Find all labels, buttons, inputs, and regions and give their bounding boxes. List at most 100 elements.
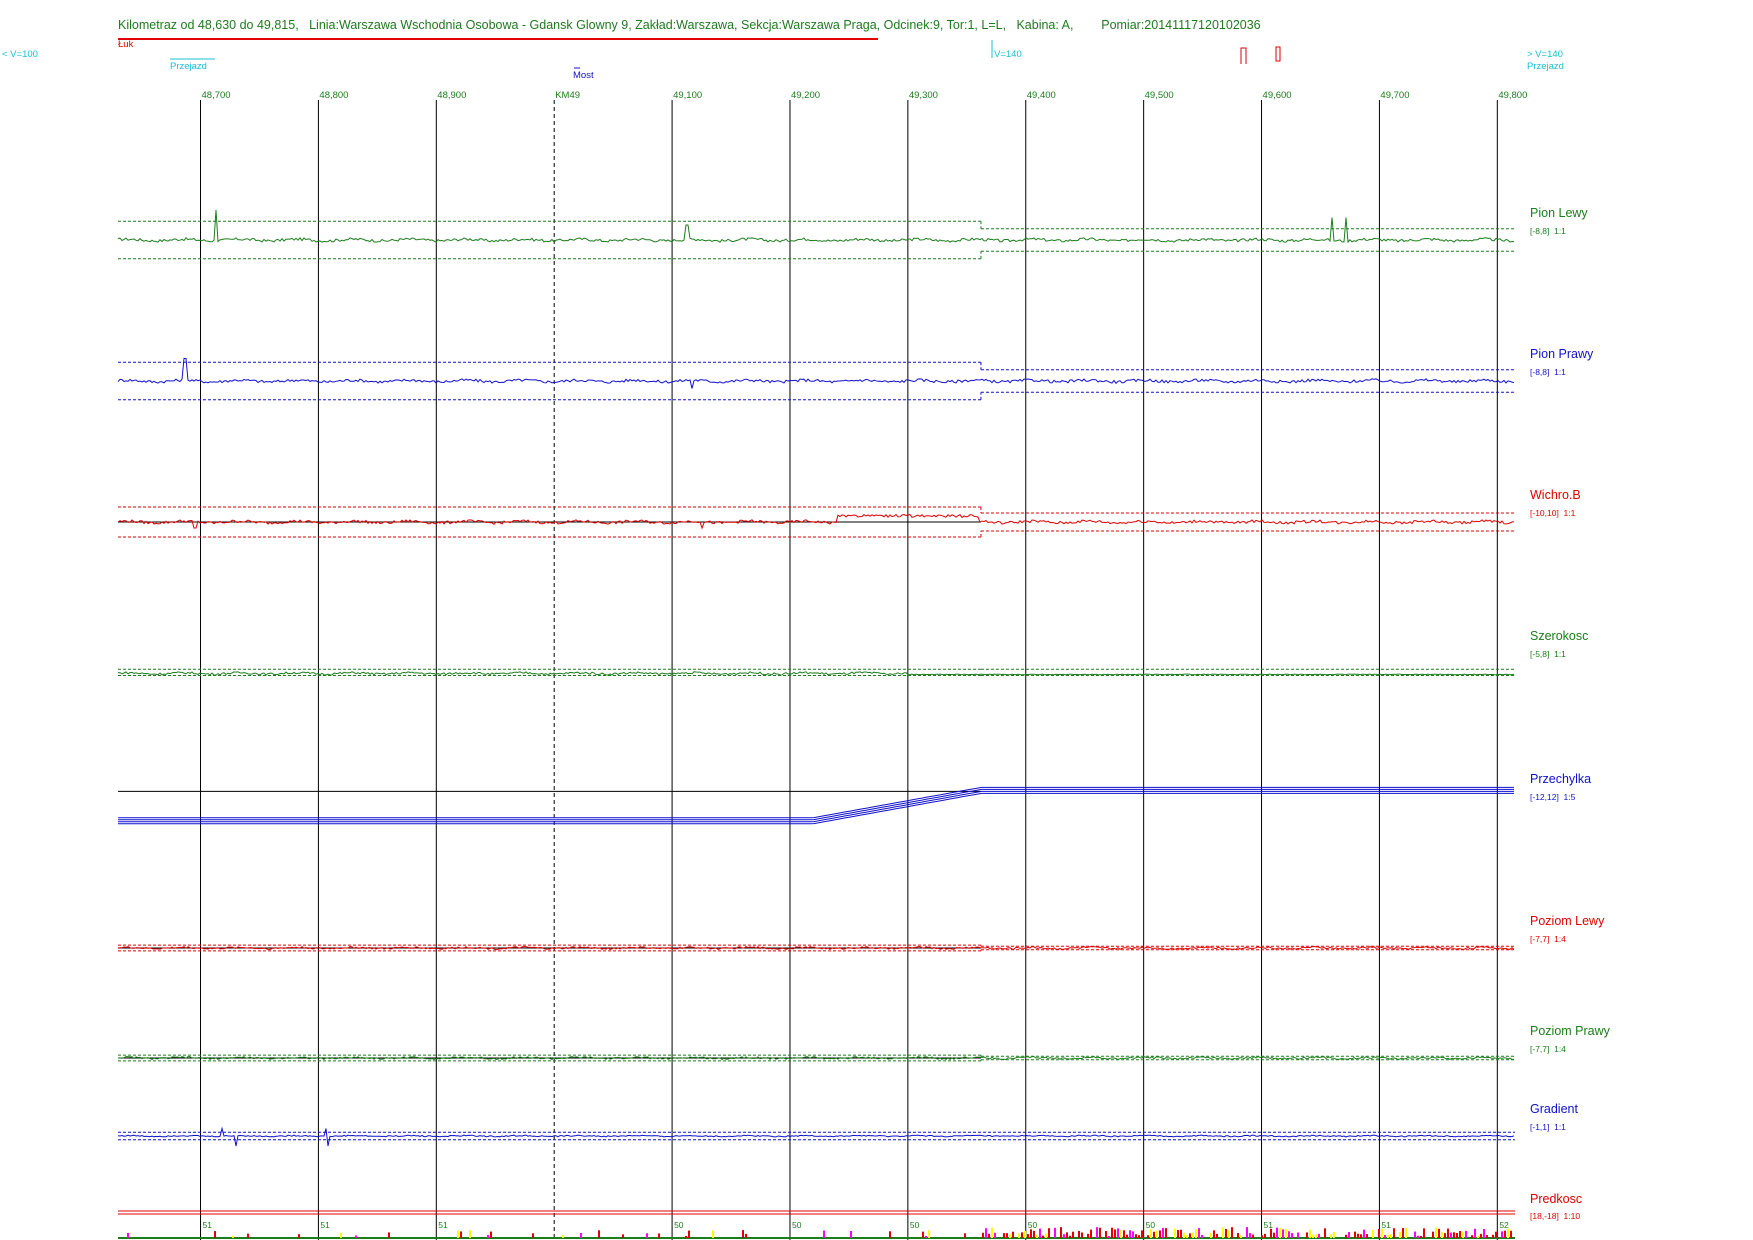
km-tick-label: 49,700 [1380, 90, 1410, 101]
speed-bar-mark [1405, 1228, 1407, 1238]
speed-bar-mark [340, 1232, 342, 1238]
track-geometry-chart [117, 38, 1515, 1240]
trace-line [117, 1126, 1515, 1147]
speed-bar-mark [1471, 1235, 1473, 1238]
speed-bar-mark [1033, 1230, 1035, 1238]
speed-bar-mark [460, 1231, 462, 1238]
trace-line [117, 513, 1515, 530]
speed-bar-mark [1465, 1230, 1467, 1238]
speed-bar-mark [487, 1235, 489, 1238]
speed-bar-mark [232, 1235, 234, 1238]
speed-bar-mark [1420, 1235, 1422, 1238]
channel-range: [-7,7] 1:4 [1530, 1044, 1566, 1054]
speed-value-label: 50 [1027, 1220, 1038, 1230]
speed-bar-mark [1360, 1234, 1362, 1238]
trace-line [118, 786, 1514, 819]
speed-bar-mark [580, 1232, 582, 1238]
speed-bar-mark [1441, 1232, 1443, 1238]
trace-line [117, 358, 1515, 389]
speed-bar-mark [1063, 1234, 1065, 1238]
channel-szerokosc [117, 668, 1515, 676]
speed-bar-mark [1231, 1227, 1233, 1238]
speed-bar-mark [685, 1235, 687, 1238]
speed-bar-mark [1090, 1229, 1092, 1238]
channel-name: Szerokosc [1530, 629, 1589, 643]
speed-value-label: 50 [909, 1220, 920, 1230]
speed-bar-mark [622, 1234, 624, 1238]
speed-bar-mark [1141, 1230, 1143, 1238]
speed-bar-mark [850, 1230, 852, 1238]
speed-bar-mark [1201, 1234, 1203, 1238]
signal-marker [1240, 47, 1247, 64]
speed-bar-mark [1270, 1228, 1272, 1238]
speed-bar-mark [745, 1233, 747, 1238]
speed-bar-mark [1066, 1232, 1068, 1238]
speed-bar-mark [1237, 1233, 1239, 1238]
km-tick-label: KM49 [555, 90, 581, 101]
speed-bar-mark [712, 1230, 714, 1238]
km-tick-label: 49,600 [1262, 90, 1292, 101]
speed-value-label: 51 [1381, 1220, 1391, 1230]
speed-value-label: 52 [1499, 1220, 1509, 1230]
km-tick-label: 49,100 [673, 90, 703, 101]
speed-bar-mark [1414, 1231, 1416, 1238]
speed-bar-mark [1087, 1233, 1089, 1238]
speed-value-label: 50 [674, 1220, 684, 1230]
speed-bar-mark [1126, 1234, 1128, 1238]
speed-bar-mark [1306, 1232, 1308, 1238]
speed-bar-mark [1354, 1231, 1356, 1238]
channel-name: Gradient [1530, 1102, 1578, 1116]
speed-bar-mark [1096, 1227, 1098, 1238]
speed-bar-mark [1003, 1233, 1005, 1238]
speed-bar-mark [1432, 1231, 1434, 1238]
speed-bar-mark [1264, 1233, 1266, 1238]
channel-wichro-b [117, 506, 1515, 538]
speed-bar-mark [1462, 1231, 1464, 1238]
km-tick-label: 49,500 [1144, 90, 1174, 101]
km-tick-label: 49,300 [908, 90, 938, 101]
speed-bar-mark [994, 1232, 996, 1238]
channel-range: [-12,12] 1:5 [1530, 792, 1576, 802]
speed-bar-mark [1318, 1233, 1320, 1238]
trace-line [117, 945, 1515, 951]
speed-bar-mark [1399, 1231, 1401, 1238]
speed-bar-mark [1501, 1231, 1503, 1238]
speed-bar-mark [1486, 1235, 1488, 1238]
speed-bar-mark [1186, 1235, 1188, 1238]
speed-bar-mark [1129, 1230, 1131, 1238]
channel-range: [18,-18] 1:10 [1530, 1211, 1581, 1221]
speed-bar-mark [1054, 1227, 1056, 1238]
speed-bar-mark [1120, 1230, 1122, 1238]
speed-bar-mark [1228, 1230, 1230, 1238]
channel-range: [-8,8] 1:1 [1530, 226, 1566, 236]
speed-bar-mark [1348, 1232, 1350, 1238]
speed-bar-mark [925, 1235, 927, 1238]
speed-bar-mark [1078, 1230, 1080, 1238]
speed-bar-mark [1183, 1232, 1185, 1238]
speed-bar-mark [1330, 1234, 1332, 1238]
speed-bar-mark [1024, 1230, 1026, 1238]
channel-range: [-1,1] 1:1 [1530, 1122, 1566, 1132]
speed-bar-mark [355, 1235, 357, 1238]
speed-bar-mark [1309, 1229, 1311, 1238]
km-gridlines [200, 100, 1498, 1240]
speed-bar-mark [1423, 1228, 1425, 1238]
speed-value-label: 51 [438, 1220, 448, 1230]
speed-bar-mark [1174, 1228, 1176, 1238]
channel-name: Poziom Prawy [1530, 1024, 1610, 1038]
speed-bar-mark [1372, 1229, 1374, 1238]
km-tick-label: 49,200 [790, 90, 821, 101]
speed-bar-mark [1099, 1227, 1101, 1238]
channel-range: [-5,8] 1:1 [1530, 649, 1566, 659]
speed-bar-mark [562, 1234, 564, 1238]
speed-bar-mark [1387, 1234, 1389, 1238]
speed-bar-mark [532, 1233, 534, 1238]
speed-bar-mark [1366, 1234, 1368, 1238]
speed-bar-mark [658, 1233, 660, 1238]
speed-bar-mark [1279, 1227, 1281, 1238]
speed-bar-mark [1312, 1234, 1314, 1238]
speed-bar-mark [1018, 1233, 1020, 1238]
speed-bar-mark [1045, 1233, 1047, 1238]
speed-bar-mark [991, 1227, 993, 1238]
channel-range: [-10,10] 1:1 [1530, 508, 1576, 518]
